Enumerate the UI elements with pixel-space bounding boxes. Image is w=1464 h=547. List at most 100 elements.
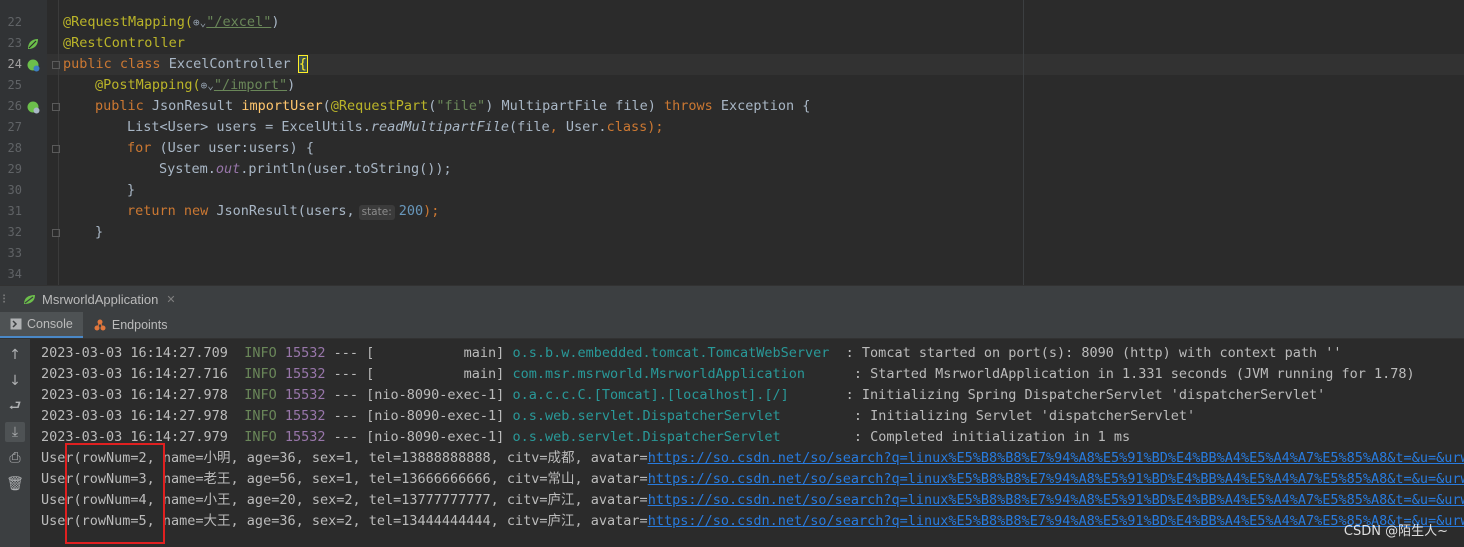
- log-message: : Started MsrworldApplication in 1.331 s…: [845, 366, 1415, 382]
- parameter-hint: state:: [358, 205, 395, 220]
- keyword: class: [119, 56, 169, 72]
- log-timestamp: 2023-03-03 16:14:27.709: [41, 345, 228, 361]
- annotation: @RequestMapping(: [63, 14, 194, 30]
- request-mapping-icon[interactable]: [26, 100, 40, 114]
- log-pid: 15532: [284, 387, 326, 403]
- log-logger: o.s.web.servlet.DispatcherServlet: [512, 429, 846, 445]
- code-token: (: [322, 98, 331, 114]
- avatar-link[interactable]: https://so.csdn.net/so/search?q=linux%E5…: [648, 513, 1464, 529]
- log-level: INFO: [244, 366, 277, 382]
- code-line-23[interactable]: @RestController: [63, 33, 185, 54]
- user-output-line: User(rowNum=2, name=小明, age=36, sex=1, t…: [41, 448, 1464, 469]
- clear-all-icon[interactable]: 🗑: [5, 474, 25, 494]
- keyword: return: [127, 203, 184, 219]
- run-config-tab[interactable]: MsrworldApplication ✕: [18, 286, 184, 313]
- line-number: 32: [7, 225, 22, 239]
- class-name: ExcelController: [168, 56, 299, 72]
- spring-bean-icon[interactable]: [26, 37, 40, 51]
- line-number: 34: [7, 267, 22, 281]
- watermark: CSDN @陌生人~: [1343, 524, 1448, 539]
- console-output[interactable]: 2023-03-03 16:14:27.709 INFO 15532 --- […: [30, 339, 1464, 547]
- globe-icon[interactable]: ⊕⌄: [193, 16, 206, 29]
- log-logger: o.s.b.w.embedded.tomcat.TomcatWebServer: [512, 345, 838, 361]
- console-toolbar: ↑ ↓ ⮐ ⤓ ⎙ 🗑: [0, 339, 30, 547]
- log-thread: --- [nio-8090-exec-1]: [325, 408, 513, 424]
- code-token: );: [423, 203, 440, 219]
- log-message: : Tomcat started on port(s): 8090 (http)…: [837, 345, 1342, 361]
- avatar-link[interactable]: https://so.csdn.net/so/search?q=linux%E5…: [648, 492, 1464, 508]
- code-line-24[interactable]: public class ExcelController {: [63, 54, 308, 75]
- code-line-30[interactable]: }: [127, 180, 135, 201]
- fold-marker[interactable]: [52, 145, 60, 153]
- user-output-line: User(rowNum=4, name=小王, age=20, sex=2, t…: [41, 490, 1464, 511]
- code-token: User.: [565, 119, 607, 135]
- static-field: out: [215, 161, 241, 177]
- scroll-down-icon[interactable]: ↓: [5, 371, 25, 391]
- log-message: : Initializing Spring DispatcherServlet …: [837, 387, 1326, 403]
- spring-bean-run-icon[interactable]: [26, 58, 40, 72]
- code-token: );: [647, 119, 664, 135]
- tab-console[interactable]: Console: [0, 312, 83, 338]
- code-line-28[interactable]: for (User user:users) {: [127, 138, 314, 159]
- log-timestamp: 2023-03-03 16:14:27.716: [41, 366, 228, 382]
- close-icon[interactable]: ✕: [166, 293, 175, 306]
- line-number: 27: [7, 120, 22, 134]
- mapping-path[interactable]: "/import": [214, 77, 287, 93]
- code-editor[interactable]: 22 23 24 25 26 27 28 29 30 31 32 33 34 @…: [0, 0, 1464, 285]
- code-line-25[interactable]: @PostMapping(⊕⌄"/import"): [95, 75, 295, 96]
- fold-marker[interactable]: [52, 61, 60, 69]
- log-logger: o.a.c.c.C.[Tomcat].[localhost].[/]: [512, 387, 838, 403]
- keyword: class: [606, 119, 648, 135]
- log-timestamp: 2023-03-03 16:14:27.978: [41, 387, 228, 403]
- line-number: 30: [7, 183, 22, 197]
- line-number: 22: [7, 15, 22, 29]
- type-name: JsonResult: [151, 98, 242, 114]
- static-method: readMultipartFile: [370, 119, 510, 135]
- line-number: 25: [7, 78, 22, 92]
- code-token: ): [271, 14, 280, 30]
- log-level: INFO: [244, 387, 277, 403]
- log-message: : Completed initialization in 1 ms: [845, 429, 1131, 445]
- mapping-path[interactable]: "/excel": [206, 14, 271, 30]
- tab-label: Console: [27, 317, 73, 331]
- editor-gutter: 22 23 24 25 26 27 28 29 30 31 32 33 34: [0, 0, 47, 285]
- keyword: new: [183, 203, 217, 219]
- globe-icon[interactable]: ⊕⌄: [201, 79, 214, 92]
- fold-marker[interactable]: [52, 103, 60, 111]
- line-number: 33: [7, 246, 22, 260]
- log-timestamp: 2023-03-03 16:14:27.978: [41, 408, 228, 424]
- avatar-link[interactable]: https://so.csdn.net/so/search?q=linux%E5…: [648, 471, 1464, 487]
- scroll-up-icon[interactable]: ↑: [5, 345, 25, 365]
- fold-marker[interactable]: [52, 229, 60, 237]
- code-token: }: [127, 182, 136, 198]
- number-literal: 200: [398, 203, 424, 219]
- tab-endpoints[interactable]: Endpoints: [83, 312, 178, 338]
- log-thread: --- [ main]: [325, 366, 513, 382]
- line-number: 31: [7, 204, 22, 218]
- soft-wrap-icon[interactable]: ⮐: [5, 397, 25, 417]
- code-line-22[interactable]: @RequestMapping(⊕⌄"/excel"): [63, 12, 279, 33]
- code-token: ) MultipartFile file): [485, 98, 665, 114]
- right-margin-guide: [1023, 0, 1024, 285]
- avatar-link[interactable]: https://so.csdn.net/so/search?q=linux%E5…: [648, 450, 1464, 466]
- log-pid: 15532: [284, 429, 326, 445]
- code-line-26[interactable]: public JsonResult importUser(@RequestPar…: [95, 96, 810, 117]
- log-level: INFO: [244, 408, 277, 424]
- code-line-29[interactable]: System.out.println(user.toString());: [159, 159, 452, 180]
- log-level: INFO: [244, 345, 277, 361]
- options-icon[interactable]: ⁝: [2, 291, 6, 307]
- scroll-to-end-icon[interactable]: ⤓: [5, 422, 25, 442]
- method-name: importUser: [241, 98, 323, 114]
- log-level: INFO: [244, 429, 277, 445]
- code-line-31[interactable]: return new JsonResult(users, state: 200);: [127, 201, 439, 222]
- run-tool-window-header: ⁝ MsrworldApplication ✕: [0, 285, 1464, 313]
- annotation-highlight-box: [65, 443, 165, 544]
- code-line-32[interactable]: }: [95, 222, 103, 243]
- log-pid: 15532: [284, 345, 326, 361]
- code-line-27[interactable]: List<User> users = ExcelUtils.readMultip…: [127, 117, 663, 138]
- log-logger: o.s.web.servlet.DispatcherServlet: [512, 408, 846, 424]
- line-number: 24: [7, 57, 22, 71]
- print-icon[interactable]: ⎙: [5, 448, 25, 468]
- log-line: 2023-03-03 16:14:27.709 INFO 15532 --- […: [41, 343, 1341, 364]
- code-token: JsonResult(users,: [216, 203, 355, 219]
